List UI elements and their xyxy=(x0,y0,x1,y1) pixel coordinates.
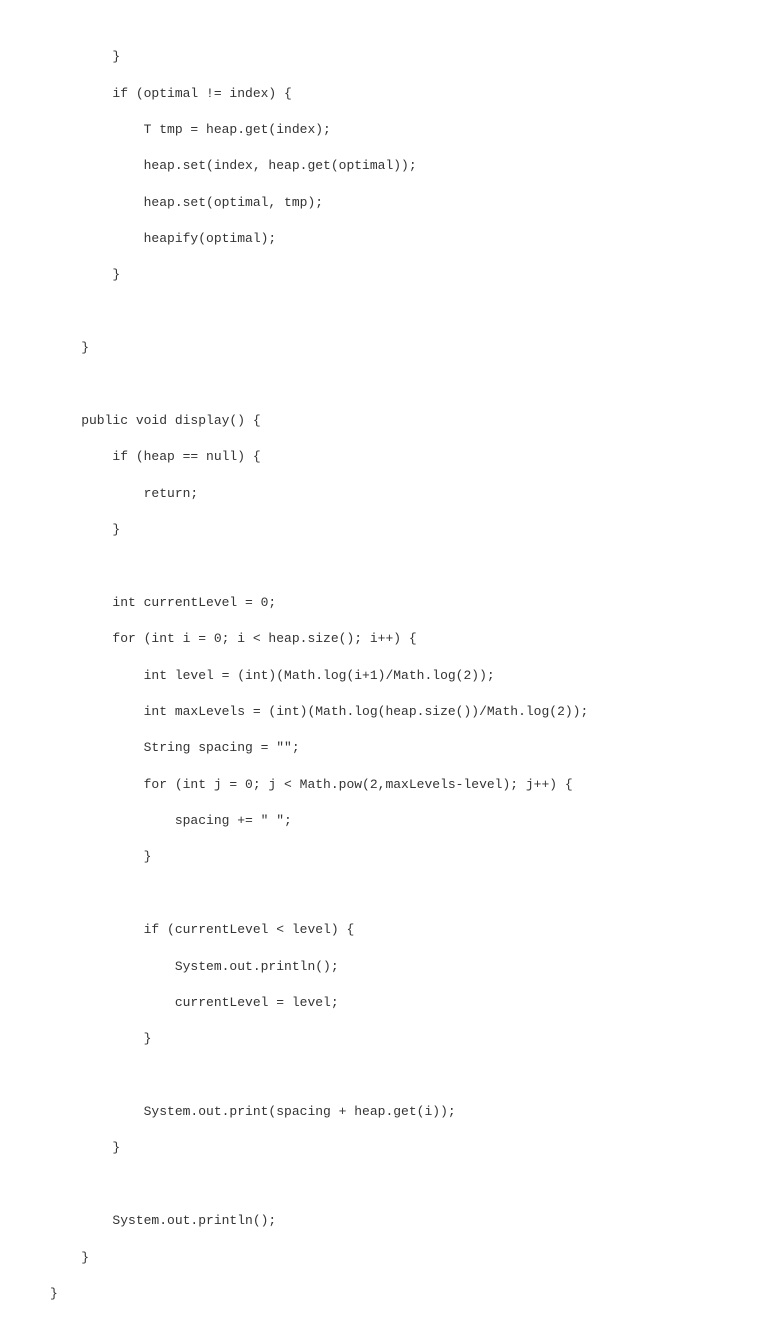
code-line: spacing += " "; xyxy=(50,812,734,830)
code-line: } xyxy=(50,521,734,539)
code-line xyxy=(50,1067,734,1085)
code-line: if (heap == null) { xyxy=(50,448,734,466)
code-line: for (int j = 0; j < Math.pow(2,maxLevels… xyxy=(50,776,734,794)
code-line: heap.set(index, heap.get(optimal)); xyxy=(50,157,734,175)
code-line: } xyxy=(50,1249,734,1267)
code-line: } xyxy=(50,1285,734,1303)
code-line: } xyxy=(50,1139,734,1157)
code-line: for (int i = 0; i < heap.size(); i++) { xyxy=(50,630,734,648)
code-line: } xyxy=(50,339,734,357)
code-line: heap.set(optimal, tmp); xyxy=(50,194,734,212)
code-line: } xyxy=(50,48,734,66)
code-line: } xyxy=(50,1030,734,1048)
code-line: } xyxy=(50,266,734,284)
code-line xyxy=(50,557,734,575)
code-line: System.out.println(); xyxy=(50,1212,734,1230)
code-line: System.out.println(); xyxy=(50,958,734,976)
code-line xyxy=(50,1176,734,1194)
code-line: return; xyxy=(50,485,734,503)
code-line: int level = (int)(Math.log(i+1)/Math.log… xyxy=(50,667,734,685)
code-line: System.out.print(spacing + heap.get(i)); xyxy=(50,1103,734,1121)
code-line: heapify(optimal); xyxy=(50,230,734,248)
code-line xyxy=(50,303,734,321)
code-line: public void display() { xyxy=(50,412,734,430)
code-block: } if (optimal != index) { T tmp = heap.g… xyxy=(50,30,734,1321)
code-line: if (optimal != index) { xyxy=(50,85,734,103)
code-line: int currentLevel = 0; xyxy=(50,594,734,612)
code-line: String spacing = ""; xyxy=(50,739,734,757)
code-line: } xyxy=(50,848,734,866)
code-line: currentLevel = level; xyxy=(50,994,734,1012)
code-line xyxy=(50,376,734,394)
code-line xyxy=(50,885,734,903)
code-line: int maxLevels = (int)(Math.log(heap.size… xyxy=(50,703,734,721)
code-line: T tmp = heap.get(index); xyxy=(50,121,734,139)
code-line: if (currentLevel < level) { xyxy=(50,921,734,939)
